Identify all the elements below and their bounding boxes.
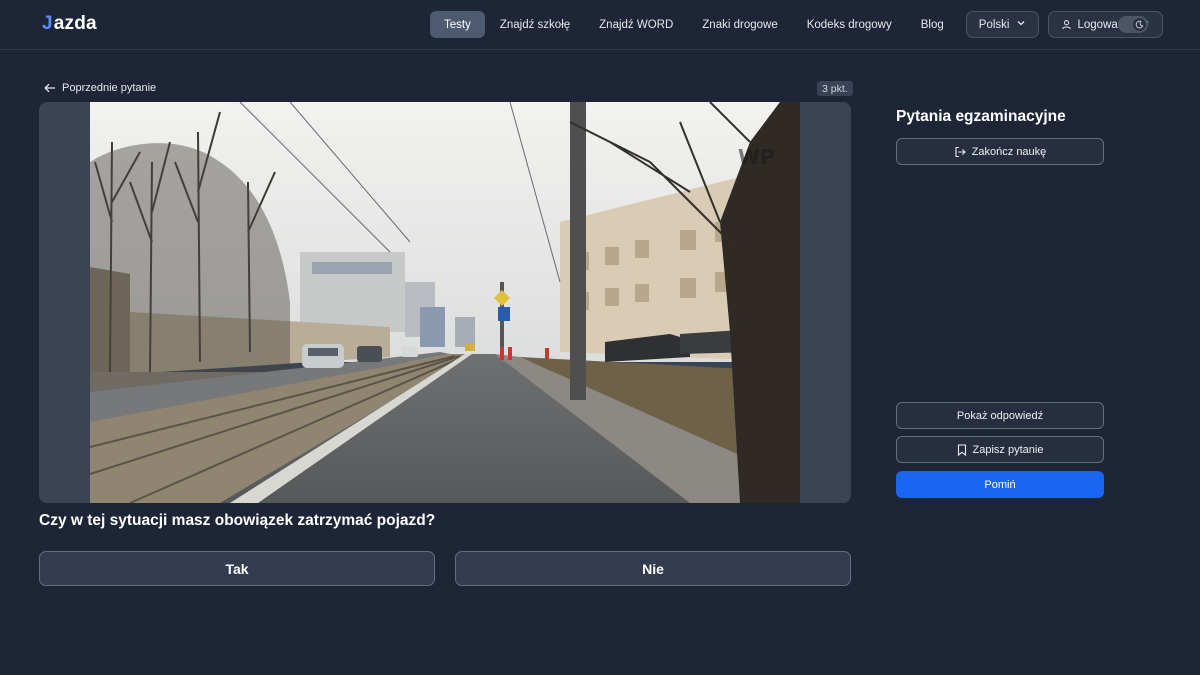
theme-toggle[interactable]	[1118, 16, 1148, 33]
language-label: Polski	[978, 18, 1010, 31]
logo-text: azda	[53, 13, 97, 34]
previous-question-label: Poprzednie pytanie	[62, 82, 157, 94]
save-question-button[interactable]: Zapisz pytanie	[896, 436, 1104, 463]
nav-item-testy[interactable]: Testy	[430, 11, 485, 38]
nav-item-blog[interactable]: Blog	[907, 11, 958, 38]
points-badge: 3 pkt.	[817, 81, 853, 96]
nav-item-znajdz-szkole[interactable]: Znajdź szkołę	[486, 11, 584, 38]
user-icon	[1061, 19, 1072, 30]
finish-learning-label: Zakończ naukę	[971, 145, 1047, 158]
answer-yes-button[interactable]: Tak	[39, 551, 435, 586]
sidebar-title: Pytania egzaminacyjne	[896, 108, 1066, 125]
nav-item-kodeks-drogowy[interactable]: Kodeks drogowy	[793, 11, 906, 38]
top-navbar: J azda Testy Znajdź szkołę Znajdź WORD Z…	[0, 0, 1200, 50]
question-media: WP	[39, 102, 851, 503]
nav-item-znajdz-word[interactable]: Znajdź WORD	[585, 11, 687, 38]
show-answer-button[interactable]: Pokaż odpowiedź	[896, 402, 1104, 429]
road-scene-image: WP	[90, 102, 800, 503]
nav-item-znaki-drogowe[interactable]: Znaki drogowe	[688, 11, 791, 38]
answer-no-button[interactable]: Nie	[455, 551, 851, 586]
main-nav: Testy Znajdź szkołę Znajdź WORD Znaki dr…	[430, 11, 1172, 38]
bookmark-icon	[957, 443, 966, 456]
previous-question-link[interactable]: Poprzednie pytanie	[44, 80, 156, 96]
skip-button[interactable]: Pomiń	[896, 471, 1104, 498]
question-text: Czy w tej sytuacji masz obowiązek zatrzy…	[39, 512, 436, 529]
language-select[interactable]: Polski	[965, 11, 1040, 38]
logout-icon	[955, 146, 966, 157]
finish-learning-button[interactable]: Zakończ naukę	[896, 138, 1104, 165]
chevron-down-icon	[1016, 18, 1026, 31]
arrow-left-icon	[44, 83, 55, 93]
logo-mark: J	[42, 13, 53, 34]
save-question-label: Zapisz pytanie	[972, 443, 1044, 456]
logo[interactable]: J azda	[42, 12, 97, 36]
svg-text:WP: WP	[738, 145, 775, 169]
moon-icon	[1133, 18, 1146, 31]
